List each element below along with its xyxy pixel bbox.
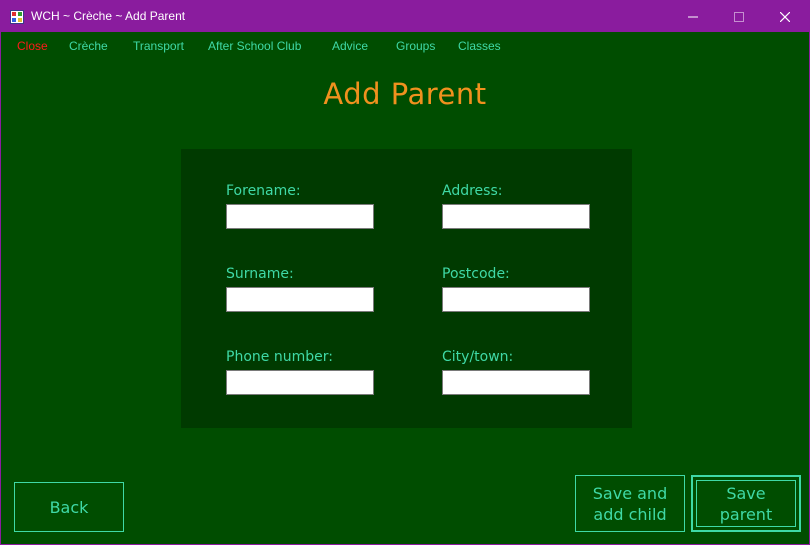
menu-item-after-school-club[interactable]: After School Club: [208, 39, 301, 53]
save-and-add-child-label: Save and add child: [592, 483, 668, 524]
address-input[interactable]: [442, 204, 590, 229]
close-window-button[interactable]: [762, 1, 808, 32]
close-icon: [779, 7, 791, 26]
menu-bar: Close Crèche Transport After School Club…: [1, 32, 809, 58]
menu-item-close[interactable]: Close: [17, 39, 48, 53]
menu-item-groups[interactable]: Groups: [396, 39, 435, 53]
app-window: WCH ~ Crèche ~ Add Parent Close Crèche T…: [0, 0, 810, 545]
address-label: Address:: [442, 183, 503, 199]
title-bar[interactable]: WCH ~ Crèche ~ Add Parent: [1, 1, 809, 32]
save-and-add-child-button[interactable]: Save and add child: [575, 475, 685, 532]
menu-item-classes[interactable]: Classes: [458, 39, 501, 53]
menu-item-advice[interactable]: Advice: [332, 39, 368, 53]
postcode-label: Postcode:: [442, 266, 510, 282]
maximize-button: [716, 1, 762, 32]
menu-item-creche[interactable]: Crèche: [69, 39, 108, 53]
phone-number-label: Phone number:: [226, 349, 333, 365]
surname-input[interactable]: [226, 287, 374, 312]
forename-label: Forename:: [226, 183, 301, 199]
phone-number-input[interactable]: [226, 370, 374, 395]
minimize-icon: [688, 7, 698, 26]
city-town-input[interactable]: [442, 370, 590, 395]
city-town-label: City/town:: [442, 349, 514, 365]
window-title: WCH ~ Crèche ~ Add Parent: [31, 9, 186, 23]
back-button-label: Back: [49, 497, 89, 517]
save-parent-button[interactable]: Save parent: [691, 475, 801, 532]
save-parent-label: Save parent: [719, 483, 773, 524]
page-title: Add Parent: [323, 77, 487, 111]
minimize-button[interactable]: [670, 1, 716, 32]
back-button[interactable]: Back: [14, 482, 124, 532]
postcode-input[interactable]: [442, 287, 590, 312]
surname-label: Surname:: [226, 266, 294, 282]
application-icon: [10, 9, 24, 24]
menu-item-transport[interactable]: Transport: [133, 39, 184, 53]
maximize-icon: [734, 7, 744, 26]
parent-form-panel: Forename: Address: Surname: Postcode: Ph…: [181, 149, 632, 428]
forename-input[interactable]: [226, 204, 374, 229]
